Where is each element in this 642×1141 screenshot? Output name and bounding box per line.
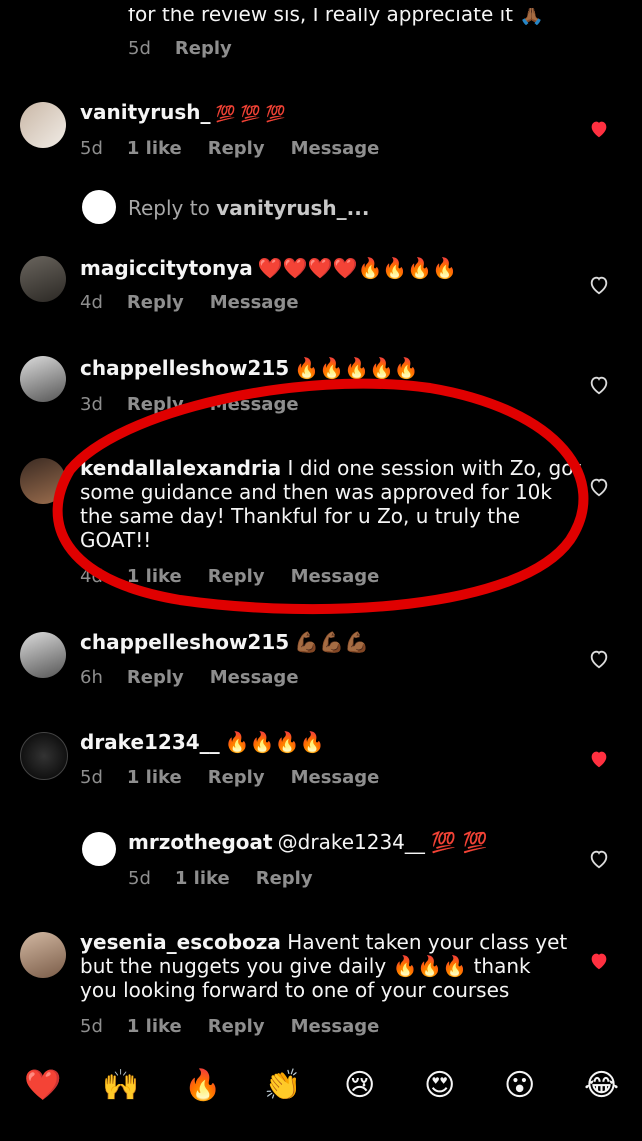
comment-time: 5d: [128, 38, 151, 59]
comment-body: drake1234__ 🔥🔥🔥🔥: [80, 730, 324, 754]
like-heart-icon[interactable]: [588, 118, 610, 140]
comment-text-line: I did one session with Zo, got: [287, 456, 582, 480]
comment-meta: 5d 1 like Reply: [128, 868, 339, 889]
comment-username[interactable]: magiccitytonya: [80, 256, 253, 280]
like-heart-icon[interactable]: [588, 748, 610, 770]
comment-username[interactable]: chappelleshow215: [80, 630, 289, 654]
comment-username[interactable]: mrzothegoat: [128, 830, 273, 854]
message-button[interactable]: Message: [291, 566, 380, 587]
comment-body: mrzothegoat @drake1234__ 💯 💯: [128, 830, 487, 854]
emoji-reaction-bar: ❤️ 🙌 🔥 👏 😢 😍 😮 😂: [0, 1050, 642, 1141]
emoji-laughing-button[interactable]: 😂: [584, 1068, 619, 1103]
comment-text-partial: for the review sis, I really appreciate …: [128, 2, 545, 26]
comment-meta: 5d 1 like Reply Message: [80, 138, 405, 159]
comment-meta: 4d 1 like Reply Message: [80, 566, 405, 587]
comment-username[interactable]: yesenia_escoboza: [80, 930, 281, 954]
comment-text: 🔥🔥🔥🔥: [224, 730, 325, 754]
comment-time: 6h: [80, 667, 103, 688]
comment-body: magiccitytonya ❤️❤️❤️❤️🔥🔥🔥🔥: [80, 256, 457, 280]
avatar[interactable]: [20, 932, 66, 978]
comment-body: kendallalexandria I did one session with…: [80, 456, 582, 552]
comment-username[interactable]: kendallalexandria: [80, 456, 281, 480]
heart-outline-icon[interactable]: [588, 848, 610, 870]
message-button[interactable]: Message: [291, 767, 380, 788]
comment-body: yesenia_escoboza Havent taken your class…: [80, 930, 567, 1002]
likes-count[interactable]: 1 like: [127, 1016, 182, 1037]
avatar: [82, 190, 116, 224]
emoji-surprised-button[interactable]: 😮: [504, 1068, 535, 1103]
reply-to-user: vanityrush_...: [216, 196, 370, 220]
avatar[interactable]: [20, 256, 66, 302]
comment-text: 🔥🔥🔥🔥🔥: [294, 356, 419, 380]
comment-meta: 5d Reply: [128, 38, 258, 59]
comment-meta: 6h Reply Message: [80, 667, 325, 688]
reply-button[interactable]: Reply: [256, 868, 313, 889]
comment-meta: 5d 1 like Reply Message: [80, 767, 405, 788]
avatar[interactable]: [82, 832, 116, 866]
comment-text-line: the same day! Thankful for u Zo, u truly…: [80, 504, 521, 528]
comment-time: 3d: [80, 394, 103, 415]
reply-button[interactable]: Reply: [175, 38, 232, 59]
comment-text: 💪🏾💪🏾💪🏾: [294, 630, 369, 654]
emoji-heart-button[interactable]: ❤️: [24, 1068, 61, 1103]
emoji-fire-button[interactable]: 🔥: [184, 1068, 221, 1103]
avatar[interactable]: [20, 632, 66, 678]
avatar[interactable]: [20, 458, 66, 504]
comment-meta: 4d Reply Message: [80, 292, 325, 313]
comment-body: chappelleshow215 💪🏾💪🏾💪🏾: [80, 630, 369, 654]
comment-username[interactable]: drake1234__: [80, 730, 220, 754]
comment-time: 5d: [80, 138, 103, 159]
heart-outline-icon[interactable]: [588, 374, 610, 396]
comment-body: chappelleshow215 🔥🔥🔥🔥🔥: [80, 356, 419, 380]
comment-text: ❤️❤️❤️❤️🔥🔥🔥🔥: [257, 256, 458, 280]
comment-text-line: Havent taken your class yet: [287, 930, 568, 954]
reply-button[interactable]: Reply: [208, 767, 265, 788]
reply-button[interactable]: Reply: [208, 566, 265, 587]
emoji-cry-button[interactable]: 😢: [344, 1068, 375, 1103]
comment-meta: 3d Reply Message: [80, 394, 325, 415]
likes-count[interactable]: 1 like: [127, 767, 182, 788]
reply-to-prompt[interactable]: Reply to vanityrush_...: [128, 196, 369, 220]
comment-time: 5d: [128, 868, 151, 889]
comment-time: 5d: [80, 767, 103, 788]
comment-text: 💯 💯 💯: [215, 104, 286, 123]
likes-count[interactable]: 1 like: [175, 868, 230, 889]
comment-text-line: you looking forward to one of your cours…: [80, 978, 510, 1002]
reply-button[interactable]: Reply: [208, 138, 265, 159]
message-button[interactable]: Message: [291, 1016, 380, 1037]
comment-time: 4d: [80, 292, 103, 313]
message-button[interactable]: Message: [210, 394, 299, 415]
reply-button[interactable]: Reply: [208, 1016, 265, 1037]
comment-text-line: some guidance and then was approved for …: [80, 480, 552, 504]
comment-text-line: but the nuggets you give daily 🔥🔥🔥 thank: [80, 954, 531, 978]
avatar[interactable]: [20, 356, 66, 402]
avatar[interactable]: [20, 102, 66, 148]
message-button[interactable]: Message: [210, 292, 299, 313]
heart-outline-icon[interactable]: [588, 476, 610, 498]
comment-time: 5d: [80, 1016, 103, 1037]
comment-username[interactable]: vanityrush_: [80, 100, 210, 124]
likes-count[interactable]: 1 like: [127, 138, 182, 159]
message-button[interactable]: Message: [291, 138, 380, 159]
comment-body: vanityrush_ 💯 💯 💯: [80, 100, 286, 126]
comment-username[interactable]: chappelleshow215: [80, 356, 289, 380]
avatar[interactable]: [20, 732, 68, 780]
reply-button[interactable]: Reply: [127, 292, 184, 313]
like-heart-icon[interactable]: [588, 950, 610, 972]
heart-outline-icon[interactable]: [588, 274, 610, 296]
reply-to-label: Reply to: [128, 196, 210, 220]
comment-time: 4d: [80, 566, 103, 587]
emoji-clap-button[interactable]: 👏: [264, 1068, 301, 1103]
likes-count[interactable]: 1 like: [127, 566, 182, 587]
message-button[interactable]: Message: [210, 667, 299, 688]
emoji-raised-hands-button[interactable]: 🙌: [102, 1068, 139, 1103]
emoji-heart-eyes-button[interactable]: 😍: [424, 1068, 455, 1103]
comment-meta: 5d 1 like Reply Message: [80, 1016, 405, 1037]
reply-button[interactable]: Reply: [127, 667, 184, 688]
comment-text-line: GOAT!!: [80, 528, 152, 552]
heart-outline-icon[interactable]: [588, 648, 610, 670]
reply-button[interactable]: Reply: [127, 394, 184, 415]
comment-text: @drake1234__ 💯 💯: [277, 830, 488, 854]
